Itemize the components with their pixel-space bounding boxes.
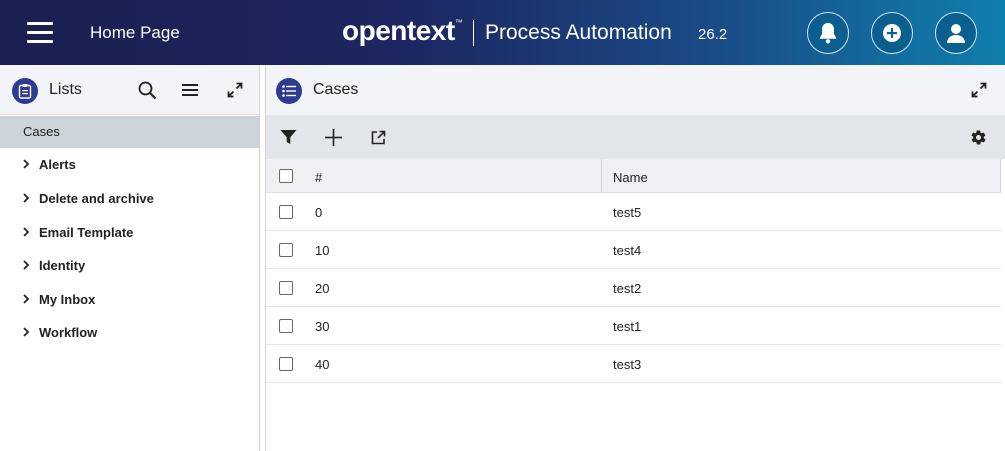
table-row[interactable]: 40 test3: [266, 345, 1001, 383]
cases-title: Cases: [313, 81, 359, 98]
cell-name[interactable]: test5: [613, 205, 641, 220]
lists-panel: Lists Cases Alerts Delete and archive Em…: [0, 65, 260, 451]
list-item-email-template[interactable]: Email Template: [0, 218, 259, 248]
row-checkbox[interactable]: [279, 205, 293, 219]
list-icon: [276, 78, 302, 104]
brand-logo: opentext™: [342, 15, 463, 47]
search-icon[interactable]: [137, 80, 157, 100]
table-row[interactable]: 10 test4: [266, 231, 1001, 269]
app-header: Home Page opentext™ Process Automation 2…: [0, 0, 1005, 65]
brand-trademark: ™: [454, 18, 463, 27]
user-icon: [947, 24, 965, 43]
list-item-cases[interactable]: Cases: [0, 116, 259, 148]
expand-icon[interactable]: [969, 80, 989, 100]
table-row[interactable]: 20 test2: [266, 269, 1001, 307]
gear-icon[interactable]: [968, 127, 988, 147]
list-item-label: Workflow: [39, 325, 98, 340]
cell-name[interactable]: test2: [613, 281, 641, 296]
lists-title: Lists: [49, 81, 82, 98]
brand-name: opentext: [342, 15, 455, 46]
clipboard-icon: [12, 78, 38, 104]
open-external-icon[interactable]: [368, 127, 388, 147]
list-view-icon[interactable]: [180, 80, 200, 100]
chevron-right-icon: [23, 294, 30, 304]
brand-divider: [473, 20, 474, 46]
chevron-right-icon: [23, 327, 30, 337]
menu-icon[interactable]: [27, 22, 53, 44]
add-icon[interactable]: [323, 127, 343, 147]
cases-panel: Cases # Name 0 test5 10 test4 20 test2 3…: [265, 65, 1005, 451]
cell-name[interactable]: test3: [613, 357, 641, 372]
cell-number: 40: [315, 357, 330, 372]
list-item-label: Email Template: [39, 225, 134, 240]
cases-table: # Name 0 test5 10 test4 20 test2 30 test…: [266, 159, 1001, 383]
user-profile-button[interactable]: [935, 12, 977, 54]
notifications-button[interactable]: [807, 12, 849, 54]
product-name: Process Automation: [485, 21, 672, 44]
list-item-label: Delete and archive: [39, 191, 154, 206]
cell-number: 20: [315, 281, 330, 296]
cell-name[interactable]: test1: [613, 319, 641, 334]
column-header-name[interactable]: Name: [613, 170, 648, 185]
column-divider[interactable]: [1000, 159, 1001, 193]
list-item-delete-and-archive[interactable]: Delete and archive: [0, 184, 259, 214]
list-item-label: Identity: [39, 258, 86, 273]
list-item-my-inbox[interactable]: My Inbox: [0, 285, 259, 315]
chevron-right-icon: [23, 193, 30, 203]
create-button[interactable]: [871, 12, 913, 54]
plus-circle-icon: [883, 24, 901, 42]
home-page-title[interactable]: Home Page: [90, 23, 180, 43]
table-row[interactable]: 0 test5: [266, 193, 1001, 231]
chevron-right-icon: [23, 159, 30, 169]
chevron-right-icon: [23, 260, 30, 270]
row-checkbox[interactable]: [279, 281, 293, 295]
bell-icon: [820, 23, 836, 44]
cell-name[interactable]: test4: [613, 243, 641, 258]
list-item-alerts[interactable]: Alerts: [0, 150, 259, 180]
cell-number: 10: [315, 243, 330, 258]
product-version: 26.2: [698, 26, 728, 43]
expand-icon[interactable]: [225, 80, 245, 100]
list-item-label: Alerts: [39, 157, 76, 172]
row-checkbox[interactable]: [279, 319, 293, 333]
column-divider[interactable]: [601, 159, 602, 193]
cases-panel-header: Cases: [266, 65, 1005, 115]
row-checkbox[interactable]: [279, 243, 293, 257]
list-item-identity[interactable]: Identity: [0, 251, 259, 281]
cell-number: 0: [315, 205, 323, 220]
filter-icon[interactable]: [278, 127, 298, 147]
cell-number: 30: [315, 319, 330, 334]
row-checkbox[interactable]: [279, 357, 293, 371]
table-row[interactable]: 30 test1: [266, 307, 1001, 345]
list-item-label: My Inbox: [39, 292, 96, 307]
list-item-workflow[interactable]: Workflow: [0, 318, 259, 348]
cases-toolbar: [266, 115, 1005, 159]
chevron-right-icon: [23, 227, 30, 237]
lists-panel-header: Lists: [0, 65, 259, 115]
table-header: # Name: [266, 159, 1001, 193]
column-header-number[interactable]: #: [315, 170, 322, 185]
select-all-checkbox[interactable]: [279, 169, 293, 183]
